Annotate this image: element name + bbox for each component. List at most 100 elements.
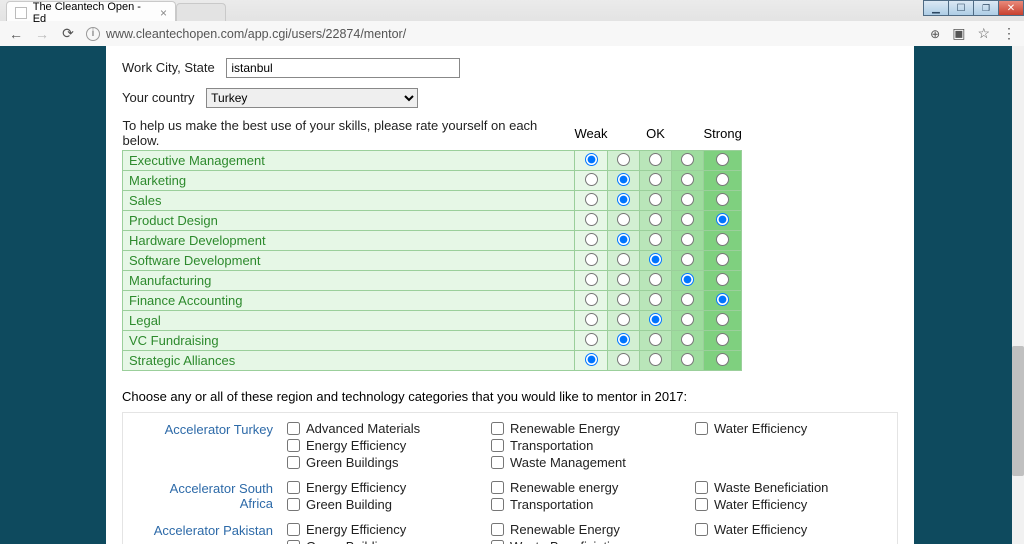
nav-forward-icon[interactable]: →: [34, 26, 50, 42]
category-checkbox[interactable]: [491, 422, 504, 435]
category-checkbox-item[interactable]: Transportation: [491, 497, 695, 512]
skill-rating-radio[interactable]: [649, 353, 662, 366]
skill-rating-radio[interactable]: [617, 313, 630, 326]
skill-rating-radio[interactable]: [649, 313, 662, 326]
skill-name[interactable]: VC Fundraising: [123, 331, 575, 351]
skill-rating-radio[interactable]: [585, 233, 598, 246]
nav-back-icon[interactable]: ←: [8, 26, 24, 42]
zoom-icon[interactable]: ⊕: [930, 27, 940, 41]
media-icon[interactable]: ▣: [952, 25, 965, 42]
skill-name[interactable]: Hardware Development: [123, 231, 575, 251]
category-checkbox[interactable]: [287, 456, 300, 469]
skill-rating-radio[interactable]: [681, 153, 694, 166]
category-checkbox[interactable]: [287, 540, 300, 544]
skill-rating-radio[interactable]: [585, 253, 598, 266]
category-checkbox[interactable]: [491, 439, 504, 452]
skill-rating-radio[interactable]: [649, 173, 662, 186]
skill-rating-radio[interactable]: [716, 173, 729, 186]
category-checkbox-item[interactable]: Waste Beneficiation: [491, 539, 695, 544]
skill-rating-radio[interactable]: [649, 153, 662, 166]
skill-rating-radio[interactable]: [617, 333, 630, 346]
skill-rating-radio[interactable]: [716, 213, 729, 226]
skill-rating-radio[interactable]: [716, 293, 729, 306]
skill-rating-radio[interactable]: [585, 273, 598, 286]
category-checkbox-item[interactable]: Energy Efficiency: [287, 522, 491, 537]
skill-rating-radio[interactable]: [716, 233, 729, 246]
skill-rating-radio[interactable]: [681, 293, 694, 306]
category-checkbox-item[interactable]: Green Buildings: [287, 455, 491, 470]
skill-rating-radio[interactable]: [681, 273, 694, 286]
country-select[interactable]: Turkey: [206, 88, 418, 108]
skill-rating-radio[interactable]: [585, 193, 598, 206]
category-checkbox-item[interactable]: Water Efficiency: [695, 497, 885, 512]
category-checkbox-item[interactable]: Energy Efficiency: [287, 438, 491, 453]
skill-rating-radio[interactable]: [649, 213, 662, 226]
category-checkbox-item[interactable]: Energy Efficiency: [287, 480, 491, 495]
category-checkbox-item[interactable]: Renewable Energy: [491, 421, 695, 436]
menu-icon[interactable]: ⋮: [1002, 25, 1016, 42]
skill-rating-radio[interactable]: [585, 353, 598, 366]
category-checkbox[interactable]: [287, 523, 300, 536]
skill-rating-radio[interactable]: [617, 173, 630, 186]
skill-rating-radio[interactable]: [649, 193, 662, 206]
category-checkbox[interactable]: [695, 422, 708, 435]
category-checkbox[interactable]: [695, 498, 708, 511]
tab-close-icon[interactable]: ×: [160, 6, 167, 20]
work-city-input[interactable]: [226, 58, 460, 78]
skill-rating-radio[interactable]: [617, 273, 630, 286]
category-checkbox[interactable]: [491, 481, 504, 494]
skill-rating-radio[interactable]: [681, 193, 694, 206]
skill-rating-radio[interactable]: [716, 153, 729, 166]
category-checkbox[interactable]: [287, 422, 300, 435]
skill-rating-radio[interactable]: [617, 233, 630, 246]
skill-rating-radio[interactable]: [585, 213, 598, 226]
vertical-scrollbar[interactable]: [1012, 46, 1024, 544]
category-checkbox[interactable]: [287, 481, 300, 494]
window-close-button[interactable]: [998, 0, 1024, 16]
category-checkbox[interactable]: [287, 439, 300, 452]
category-checkbox[interactable]: [695, 523, 708, 536]
category-checkbox[interactable]: [491, 456, 504, 469]
skill-rating-radio[interactable]: [716, 273, 729, 286]
skill-name[interactable]: Strategic Alliances: [123, 351, 575, 371]
category-checkbox-item[interactable]: Renewable Energy: [491, 522, 695, 537]
window-restore-button[interactable]: [973, 0, 999, 16]
skill-rating-radio[interactable]: [585, 153, 598, 166]
category-checkbox[interactable]: [491, 498, 504, 511]
skill-rating-radio[interactable]: [649, 233, 662, 246]
skill-name[interactable]: Finance Accounting: [123, 291, 575, 311]
skill-rating-radio[interactable]: [617, 153, 630, 166]
skill-rating-radio[interactable]: [716, 313, 729, 326]
skill-name[interactable]: Marketing: [123, 171, 575, 191]
skill-name[interactable]: Sales: [123, 191, 575, 211]
skill-rating-radio[interactable]: [649, 293, 662, 306]
skill-rating-radio[interactable]: [716, 253, 729, 266]
skill-rating-radio[interactable]: [585, 173, 598, 186]
category-checkbox[interactable]: [491, 523, 504, 536]
skill-rating-radio[interactable]: [585, 293, 598, 306]
bookmark-icon[interactable]: ☆: [977, 25, 990, 42]
skill-rating-radio[interactable]: [649, 333, 662, 346]
skill-rating-radio[interactable]: [617, 253, 630, 266]
skill-name[interactable]: Manufacturing: [123, 271, 575, 291]
browser-tab-inactive[interactable]: [176, 3, 226, 21]
category-checkbox[interactable]: [287, 498, 300, 511]
skill-name[interactable]: Legal: [123, 311, 575, 331]
browser-tab-active[interactable]: The Cleantech Open - Ed ×: [6, 1, 176, 21]
scrollbar-thumb[interactable]: [1012, 346, 1024, 476]
skill-rating-radio[interactable]: [649, 253, 662, 266]
skill-rating-radio[interactable]: [681, 313, 694, 326]
skill-name[interactable]: Software Development: [123, 251, 575, 271]
skill-rating-radio[interactable]: [716, 193, 729, 206]
category-checkbox-item[interactable]: Waste Beneficiation: [695, 480, 885, 495]
category-checkbox-item[interactable]: Water Efficiency: [695, 421, 885, 436]
window-maximize-button[interactable]: [948, 0, 974, 16]
skill-rating-radio[interactable]: [585, 313, 598, 326]
skill-rating-radio[interactable]: [681, 213, 694, 226]
category-checkbox-item[interactable]: Green Building: [287, 497, 491, 512]
site-info-icon[interactable]: i: [86, 27, 100, 41]
skill-rating-radio[interactable]: [716, 333, 729, 346]
category-checkbox-item[interactable]: Water Efficiency: [695, 522, 885, 537]
skill-rating-radio[interactable]: [716, 353, 729, 366]
skill-rating-radio[interactable]: [681, 353, 694, 366]
